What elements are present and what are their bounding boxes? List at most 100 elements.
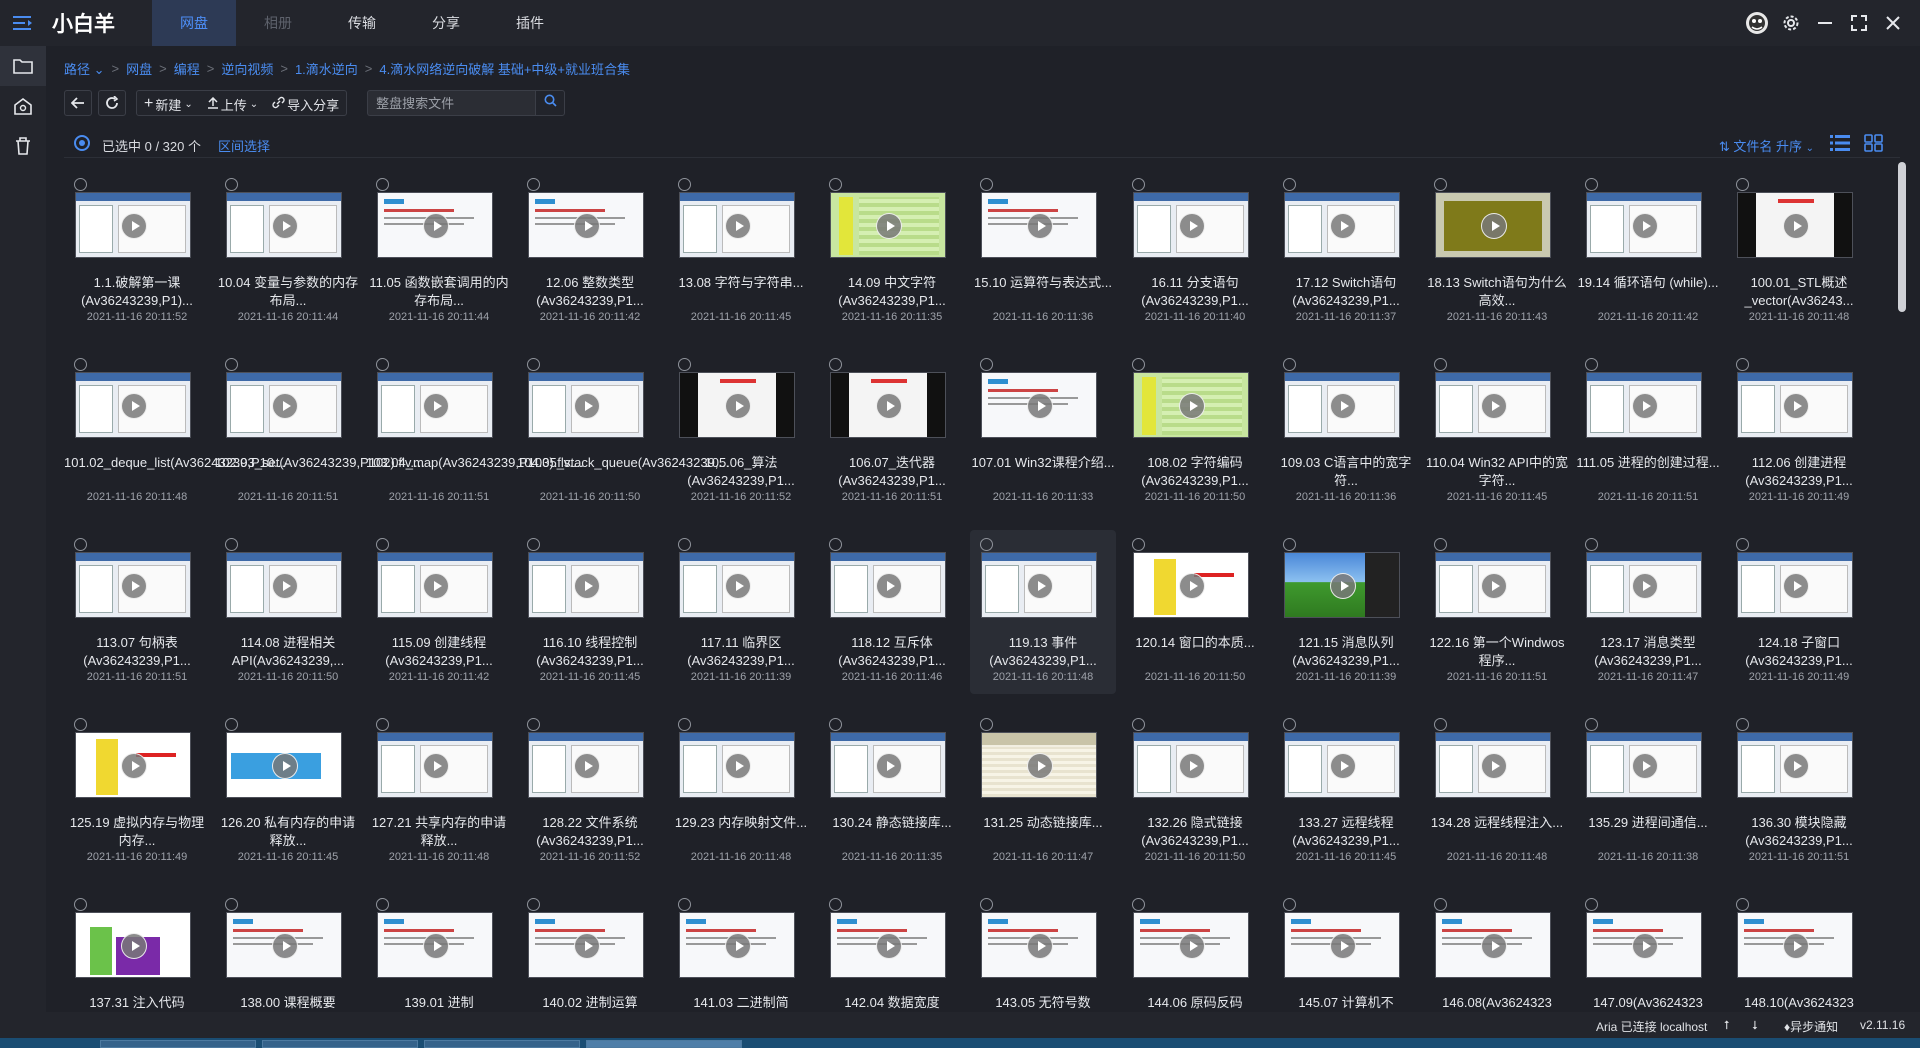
file-card[interactable]: 12.06 整数类型 (Av36243239,P1... 2021-11-16 2… (517, 170, 663, 334)
video-thumbnail[interactable] (1586, 192, 1702, 258)
video-thumbnail[interactable] (1737, 192, 1853, 258)
video-thumbnail[interactable] (830, 372, 946, 438)
file-card[interactable]: 130.24 静态链接库... 2021-11-16 20:11:35 (819, 710, 965, 874)
video-thumbnail[interactable] (1133, 912, 1249, 978)
file-card[interactable]: 103.04_map(Av36243239,P103).flv.... 2021-… (366, 350, 584, 514)
breadcrumb-item[interactable]: 路径 ⌄ (64, 59, 105, 78)
file-card[interactable]: 135.29 进程间通信... 2021-11-16 20:11:38 (1575, 710, 1721, 874)
nav-tab[interactable]: 相册 (236, 0, 320, 46)
file-card[interactable]: 106.07_迭代器 (Av36243239,P1... 2021-11-16 2… (819, 350, 965, 514)
select-checkbox[interactable] (1132, 178, 1145, 191)
video-thumbnail[interactable] (1435, 912, 1551, 978)
file-card[interactable]: 127.21 共享内存的申请释放... 2021-11-16 20:11:48 (366, 710, 512, 874)
video-thumbnail[interactable] (679, 912, 795, 978)
import-share-button[interactable]: 导入分享 (265, 91, 346, 117)
video-thumbnail[interactable] (1586, 732, 1702, 798)
video-thumbnail[interactable] (1737, 732, 1853, 798)
select-checkbox[interactable] (1585, 718, 1598, 731)
select-checkbox[interactable] (74, 358, 87, 371)
file-card[interactable]: 17.12 Switch语句 (Av36243239,P1... 2021-11-… (1273, 170, 1419, 334)
nav-tab[interactable]: 网盘 (152, 0, 236, 46)
select-checkbox[interactable] (1132, 718, 1145, 731)
nav-tab[interactable]: 插件 (488, 0, 572, 46)
trash-icon[interactable] (0, 126, 46, 166)
taskbar-item[interactable] (586, 1040, 742, 1048)
file-card[interactable]: 14.09 中文字符 (Av36243239,P1... 2021-11-16 2… (819, 170, 965, 334)
select-checkbox[interactable] (1132, 358, 1145, 371)
file-card[interactable]: 121.15 消息队列 (Av36243239,P1... 2021-11-16 … (1273, 530, 1419, 694)
file-card[interactable]: 132.26 隐式链接 (Av36243239,P1... 2021-11-16 … (1122, 710, 1268, 874)
file-card[interactable]: 120.14 窗口的本质... 2021-11-16 20:11:50 (1122, 530, 1268, 694)
select-checkbox[interactable] (829, 358, 842, 371)
file-card[interactable]: 15.10 运算符与表达式... 2021-11-16 20:11:36 (970, 170, 1116, 334)
breadcrumb-item[interactable]: 逆向视频 (221, 59, 273, 78)
file-card[interactable]: 129.23 内存映射文件... 2021-11-16 20:11:48 (668, 710, 814, 874)
select-checkbox[interactable] (829, 538, 842, 551)
file-card[interactable]: 107.01 Win32课程介绍... 2021-11-16 20:11:33 (970, 350, 1116, 514)
file-card[interactable]: 117.11 临界区 (Av36243239,P1... 2021-11-16 2… (668, 530, 814, 694)
video-thumbnail[interactable] (1435, 192, 1551, 258)
file-card[interactable]: 146.08(Av3624323 (1424, 890, 1570, 1010)
select-checkbox[interactable] (1132, 538, 1145, 551)
video-thumbnail[interactable] (1435, 552, 1551, 618)
select-checkbox[interactable] (527, 178, 540, 191)
select-checkbox[interactable] (527, 358, 540, 371)
file-card[interactable]: 142.04 数据宽度 (819, 890, 965, 1010)
file-card[interactable]: 148.10(Av3624323 (1726, 890, 1872, 1010)
close-icon[interactable] (1876, 0, 1910, 46)
menu-toggle-icon[interactable] (0, 0, 46, 46)
select-checkbox[interactable] (527, 718, 540, 731)
notify-toggle[interactable]: ♦异步通知 (1784, 1018, 1838, 1035)
video-thumbnail[interactable] (830, 552, 946, 618)
select-checkbox[interactable] (678, 178, 691, 191)
select-checkbox[interactable] (678, 538, 691, 551)
video-thumbnail[interactable] (1737, 912, 1853, 978)
file-card[interactable]: 138.00 课程概要 (215, 890, 361, 1010)
select-checkbox[interactable] (980, 898, 993, 911)
select-checkbox[interactable] (1434, 538, 1447, 551)
file-card[interactable]: 108.02 字符编码 (Av36243239,P1... 2021-11-16 … (1122, 350, 1268, 514)
select-checkbox[interactable] (1736, 358, 1749, 371)
video-thumbnail[interactable] (830, 192, 946, 258)
video-thumbnail[interactable] (1435, 372, 1551, 438)
select-checkbox[interactable] (74, 898, 87, 911)
file-card[interactable]: 134.28 远程线程注入... 2021-11-16 20:11:48 (1424, 710, 1570, 874)
select-checkbox[interactable] (829, 718, 842, 731)
list-view-icon[interactable] (1830, 134, 1850, 152)
video-thumbnail[interactable] (377, 372, 493, 438)
video-thumbnail[interactable] (981, 372, 1097, 438)
select-checkbox[interactable] (1434, 898, 1447, 911)
select-checkbox[interactable] (74, 178, 87, 191)
video-thumbnail[interactable] (1284, 732, 1400, 798)
video-thumbnail[interactable] (1133, 192, 1249, 258)
video-thumbnail[interactable] (1133, 372, 1249, 438)
select-checkbox[interactable] (678, 718, 691, 731)
video-thumbnail[interactable] (226, 192, 342, 258)
file-card[interactable]: 105.06_算法 (Av36243239,P1... 2021-11-16 20… (668, 350, 814, 514)
select-checkbox[interactable] (1283, 718, 1296, 731)
video-thumbnail[interactable] (528, 192, 644, 258)
file-card[interactable]: 16.11 分支语句 (Av36243239,P1... 2021-11-16 2… (1122, 170, 1268, 334)
video-thumbnail[interactable] (1284, 912, 1400, 978)
file-card[interactable]: 123.17 消息类型 (Av36243239,P1... 2021-11-16 … (1575, 530, 1721, 694)
select-checkbox[interactable] (1283, 538, 1296, 551)
file-card[interactable]: 112.06 创建进程 (Av36243239,P1... 2021-11-16 … (1726, 350, 1872, 514)
select-checkbox[interactable] (1585, 178, 1598, 191)
fullscreen-icon[interactable] (1842, 0, 1876, 46)
select-checkbox[interactable] (225, 898, 238, 911)
file-card[interactable]: 126.20 私有内存的申请释放... 2021-11-16 20:11:45 (215, 710, 361, 874)
video-thumbnail[interactable] (528, 912, 644, 978)
video-thumbnail[interactable] (226, 912, 342, 978)
file-card[interactable]: 144.06 原码反码 (1122, 890, 1268, 1010)
file-card[interactable]: 10.04 变量与参数的内存布局... 2021-11-16 20:11:44 (215, 170, 361, 334)
file-card[interactable]: 11.05 函数嵌套调用的内存布局... 2021-11-16 20:11:44 (366, 170, 512, 334)
file-card[interactable]: 1.1.破解第一课 (Av36243239,P1)... 2021-11-16 2… (64, 170, 210, 334)
select-checkbox[interactable] (1736, 898, 1749, 911)
select-checkbox[interactable] (980, 178, 993, 191)
file-card[interactable]: 101.02_deque_list(Av36243239,P10... 2021-… (64, 350, 285, 514)
file-card[interactable]: 141.03 二进制简 (668, 890, 814, 1010)
select-checkbox[interactable] (376, 898, 389, 911)
refresh-button[interactable] (98, 90, 126, 116)
video-thumbnail[interactable] (377, 912, 493, 978)
file-card[interactable]: 145.07 计算机不 (1273, 890, 1419, 1010)
